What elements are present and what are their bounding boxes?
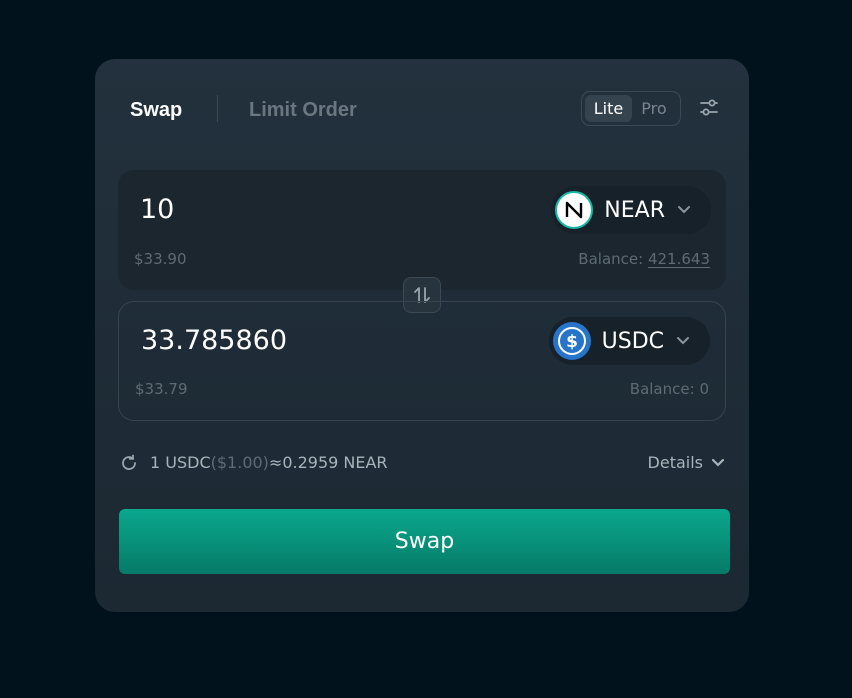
tab-divider [217, 95, 218, 122]
from-balance-label: Balance: [578, 250, 644, 268]
from-amount-input[interactable]: 10 [140, 194, 174, 225]
from-panel: 10 NEAR $33.90 Balance: 421.643 [118, 170, 726, 290]
swap-card: Swap Limit Order Lite Pro 10 NEAR $33.90… [95, 59, 749, 612]
usdc-logo-icon: $ [552, 322, 591, 360]
to-balance: Balance: 0 [630, 380, 709, 398]
to-amount-output: 33.785860 [141, 325, 288, 356]
from-token-selector[interactable]: NEAR [551, 186, 711, 234]
rate-base-usd: ($1.00) [210, 453, 269, 472]
refresh-icon[interactable] [120, 454, 138, 472]
rate-base: 1 USDC [150, 453, 211, 472]
mode-pro-button[interactable]: Pro [632, 95, 676, 122]
details-label: Details [647, 453, 703, 472]
to-balance-label: Balance: [629, 380, 695, 398]
to-usd-value: $33.79 [135, 380, 188, 398]
from-usd-value: $33.90 [134, 250, 187, 268]
rate-approx: ≈ [268, 453, 283, 472]
sliders-icon[interactable] [698, 97, 720, 119]
swap-button[interactable]: Swap [119, 509, 730, 574]
from-token-name: NEAR [604, 197, 665, 223]
tab-swap[interactable]: Swap [130, 99, 182, 122]
rate-quote: 0.2959 NEAR [282, 453, 388, 472]
to-token-name: USDC [601, 328, 664, 354]
from-balance: Balance: 421.643 [578, 250, 710, 268]
from-balance-value[interactable]: 421.643 [648, 250, 710, 268]
chevron-down-icon [711, 458, 725, 467]
chevron-down-icon [677, 337, 689, 345]
to-balance-value: 0 [699, 380, 709, 398]
exchange-rate: 1 USDC ($1.00) ≈ 0.2959 NEAR [120, 453, 388, 472]
to-token-selector[interactable]: $ USDC [548, 317, 710, 365]
details-toggle[interactable]: Details [648, 453, 725, 472]
near-logo-icon [555, 191, 594, 229]
svg-text:$: $ [566, 332, 578, 352]
mode-toggle: Lite Pro [581, 91, 681, 126]
mode-lite-button[interactable]: Lite [585, 95, 632, 122]
to-panel: 33.785860 $ USDC $33.79 Balance: 0 [118, 301, 726, 421]
chevron-down-icon [678, 206, 690, 214]
tab-limit-order[interactable]: Limit Order [249, 99, 357, 122]
